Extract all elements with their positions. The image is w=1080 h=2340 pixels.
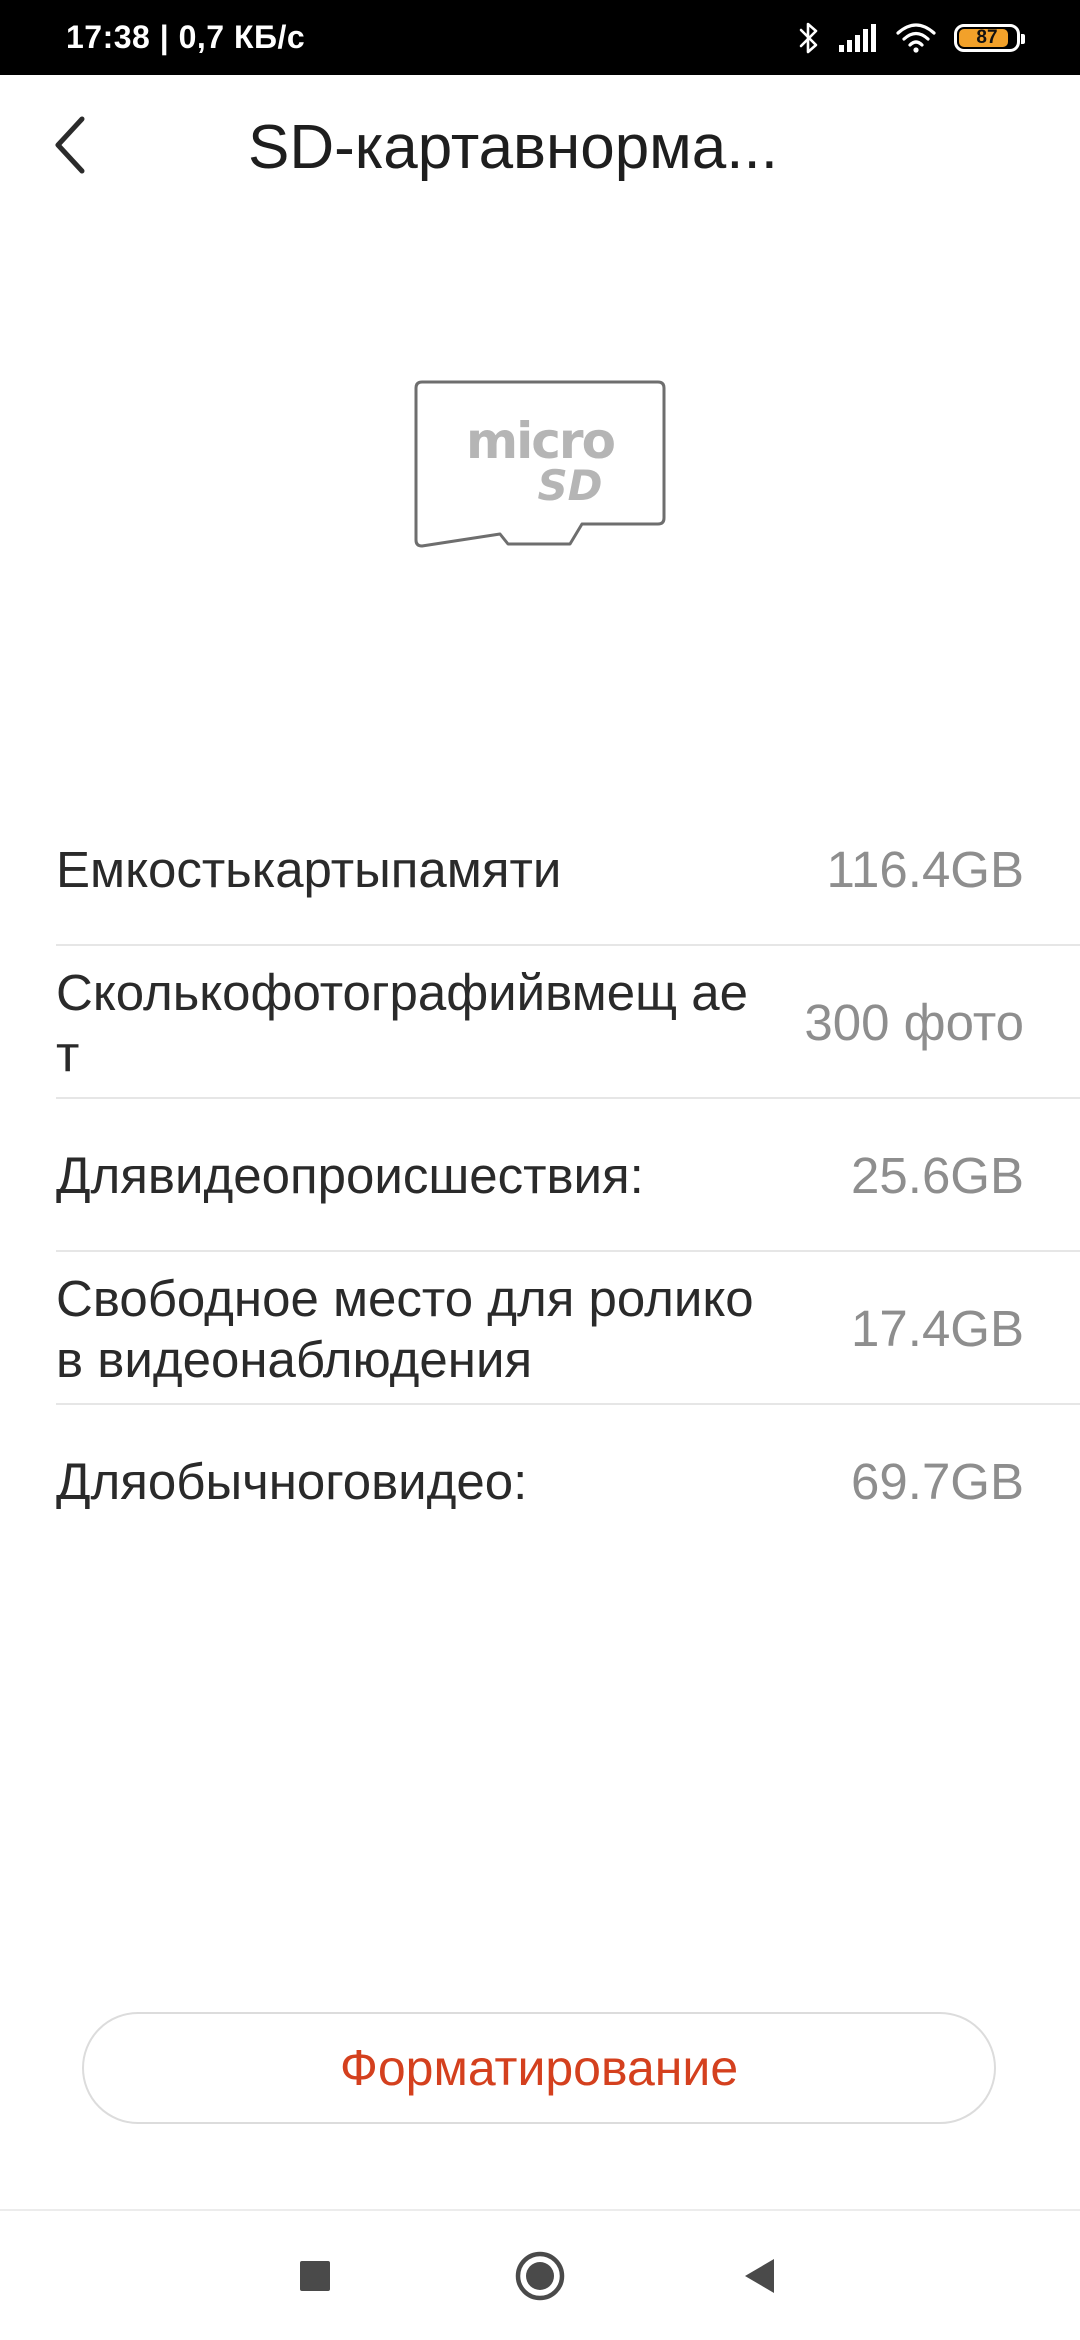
status-bar: 17:38 | 0,7 КБ/с 87	[0, 0, 1080, 75]
storage-info-list: Емкостькартыпамяти 116.4GB Сколькофотогр…	[56, 793, 1080, 1558]
info-row-capacity: Емкостькартыпамяти 116.4GB	[56, 793, 1080, 946]
status-time-speed: 17:38 | 0,7 КБ/с	[66, 19, 306, 55]
info-label: Емкостькартыпамяти	[56, 841, 562, 898]
home-button[interactable]	[480, 2211, 600, 2340]
microsd-card-icon: micro SD	[412, 376, 668, 554]
screen: 17:38 | 0,7 КБ/с 87 SD-картавнорма... mi…	[0, 0, 1080, 2340]
battery-tip	[1021, 33, 1025, 44]
recents-button[interactable]	[255, 2211, 375, 2340]
info-row-incident-video: Длявидеопроисшествия: 25.6GB	[56, 1099, 1080, 1252]
info-label: Длявидеопроисшествия:	[56, 1147, 644, 1204]
header: SD-картавнорма...	[0, 75, 1080, 220]
info-row-photo-count: Сколькофотографийвмещ ает 300 фото	[56, 946, 1080, 1099]
battery-icon: 87	[954, 23, 1025, 52]
info-label: Дляобычноговидео:	[56, 1453, 528, 1510]
info-value: 300 фото	[804, 994, 1024, 1051]
info-row-surveillance-free: Свободное место для роликов видеонаблюде…	[56, 1252, 1080, 1405]
info-value: 17.4GB	[851, 1300, 1024, 1357]
chevron-left-icon	[55, 116, 85, 174]
info-value: 69.7GB	[851, 1453, 1024, 1510]
recents-square-icon	[300, 2260, 330, 2291]
svg-text:SD: SD	[537, 461, 602, 510]
info-value: 116.4GB	[826, 841, 1024, 898]
info-label: Сколькофотографийвмещ ает	[56, 963, 748, 1082]
system-nav-bar	[0, 2209, 1080, 2340]
back-triangle-icon	[745, 2258, 774, 2293]
page-title: SD-картавнорма...	[248, 113, 778, 182]
signal-icon	[838, 23, 878, 53]
nav-back-button[interactable]	[700, 2211, 820, 2340]
back-button[interactable]	[40, 105, 114, 185]
bluetooth-icon	[798, 21, 820, 55]
info-row-normal-video: Дляобычноговидео: 69.7GB	[56, 1405, 1080, 1558]
info-label: Свободное место для роликов видеонаблюде…	[56, 1269, 754, 1388]
wifi-icon	[896, 22, 936, 53]
format-button[interactable]: Форматирование	[82, 2012, 996, 2124]
battery-level: 87	[976, 26, 998, 48]
home-circle-icon	[515, 2251, 565, 2300]
info-value: 25.6GB	[851, 1147, 1024, 1204]
status-icons: 87	[798, 0, 1025, 75]
